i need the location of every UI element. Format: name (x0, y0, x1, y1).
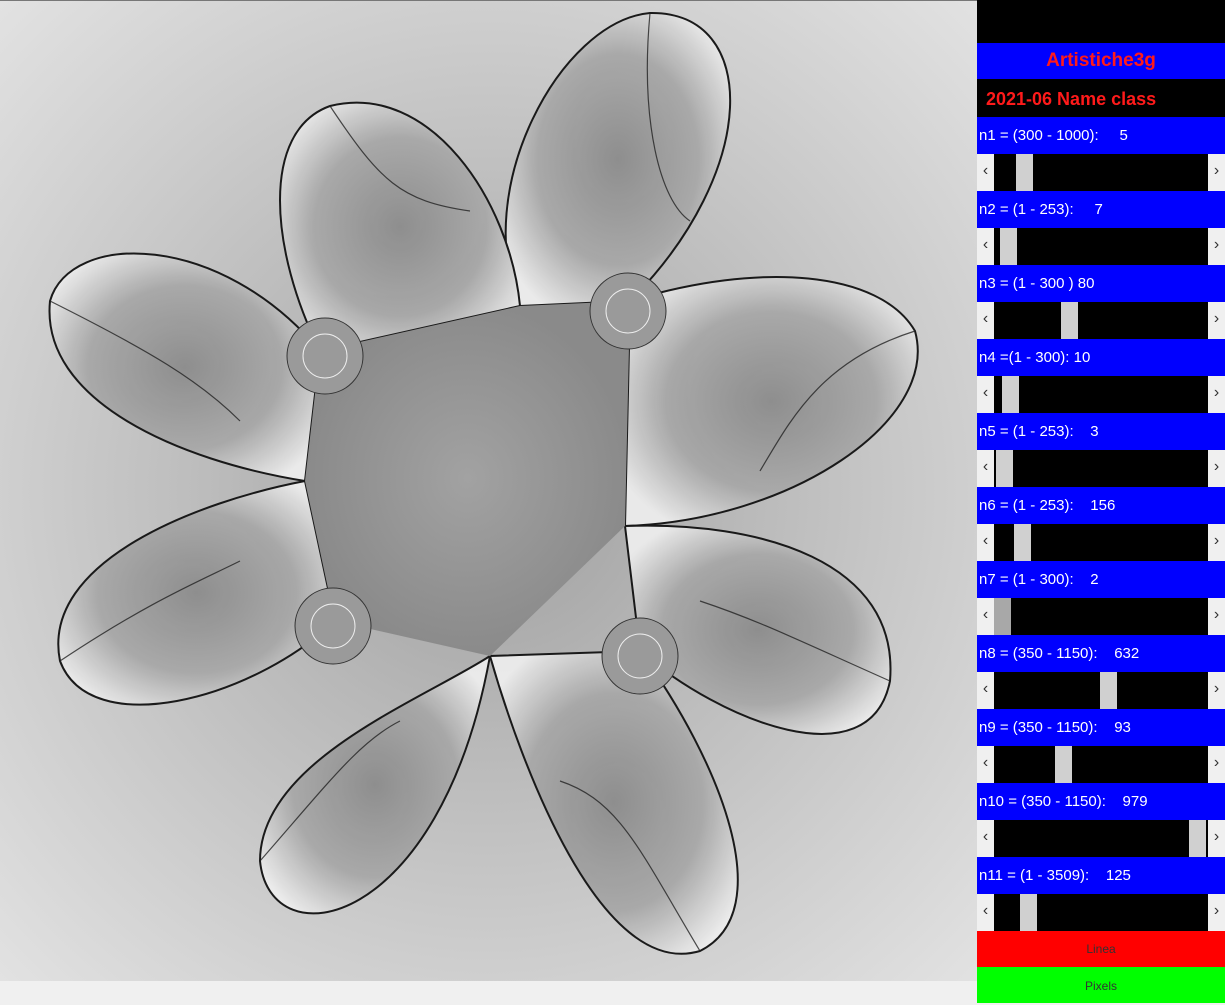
scroll-thumb[interactable] (994, 598, 1011, 635)
scroll-right-arrow-icon[interactable]: › (1208, 894, 1225, 931)
param-label-n7: n7 = (1 - 300): 2 (977, 561, 1225, 598)
scroll-right-arrow-icon[interactable]: › (1208, 598, 1225, 635)
scroll-track[interactable] (994, 672, 1208, 709)
param-label-n1: n1 = (300 - 1000): 5 (977, 117, 1225, 154)
scroll-left-arrow-icon[interactable]: ‹ (977, 746, 994, 783)
pixels-button[interactable]: Pixels (977, 967, 1225, 1003)
scroll-track[interactable] (994, 598, 1208, 635)
scroll-right-arrow-icon[interactable]: › (1208, 746, 1225, 783)
scroll-thumb[interactable] (1100, 672, 1117, 709)
scrollbar-n8[interactable]: ‹ › (977, 672, 1225, 709)
scroll-track[interactable] (994, 376, 1208, 413)
scroll-track[interactable] (994, 746, 1208, 783)
param-label-n11: n11 = (1 - 3509): 125 (977, 857, 1225, 894)
scroll-track[interactable] (994, 524, 1208, 561)
scroll-thumb[interactable] (1020, 894, 1037, 931)
param-label-n6: n6 = (1 - 253): 156 (977, 487, 1225, 524)
scroll-right-arrow-icon[interactable]: › (1208, 820, 1225, 857)
scroll-track[interactable] (994, 894, 1208, 931)
scrollbar-n1[interactable]: ‹ › (977, 154, 1225, 191)
app-title: Artistiche3g (977, 43, 1225, 79)
scroll-thumb[interactable] (1061, 302, 1078, 339)
param-label-n9: n9 = (350 - 1150): 93 (977, 709, 1225, 746)
scroll-thumb[interactable] (996, 450, 1013, 487)
scroll-thumb[interactable] (1014, 524, 1031, 561)
scroll-right-arrow-icon[interactable]: › (1208, 154, 1225, 191)
fractal-image (48, 11, 919, 955)
param-label-n3: n3 = (1 - 300 ) 80 (977, 265, 1225, 302)
scrollbar-n10[interactable]: ‹ › (977, 820, 1225, 857)
scroll-track[interactable] (994, 228, 1208, 265)
scroll-track[interactable] (994, 450, 1208, 487)
scroll-left-arrow-icon[interactable]: ‹ (977, 672, 994, 709)
param-label-n10: n10 = (350 - 1150): 979 (977, 783, 1225, 820)
scroll-right-arrow-icon[interactable]: › (1208, 302, 1225, 339)
scrollbar-n2[interactable]: ‹ › (977, 228, 1225, 265)
scrollbar-n9[interactable]: ‹ › (977, 746, 1225, 783)
scroll-left-arrow-icon[interactable]: ‹ (977, 450, 994, 487)
scrollbar-n4[interactable]: ‹ › (977, 376, 1225, 413)
scroll-right-arrow-icon[interactable]: › (1208, 228, 1225, 265)
control-panel: Artistiche3g 2021-06 Name class n1 = (30… (977, 0, 1225, 1003)
scroll-left-arrow-icon[interactable]: ‹ (977, 598, 994, 635)
scroll-track[interactable] (994, 154, 1208, 191)
scroll-thumb[interactable] (1016, 154, 1033, 191)
scroll-right-arrow-icon[interactable]: › (1208, 450, 1225, 487)
scroll-left-arrow-icon[interactable]: ‹ (977, 894, 994, 931)
scroll-thumb[interactable] (1002, 376, 1019, 413)
bottom-strip (0, 981, 977, 1003)
scrollbar-n7[interactable]: ‹ › (977, 598, 1225, 635)
scroll-right-arrow-icon[interactable]: › (1208, 524, 1225, 561)
param-label-n5: n5 = (1 - 253): 3 (977, 413, 1225, 450)
scroll-right-arrow-icon[interactable]: › (1208, 672, 1225, 709)
scroll-thumb[interactable] (1189, 820, 1206, 857)
scroll-left-arrow-icon[interactable]: ‹ (977, 524, 994, 561)
scroll-right-arrow-icon[interactable]: › (1208, 376, 1225, 413)
scrollbar-n5[interactable]: ‹ › (977, 450, 1225, 487)
scroll-left-arrow-icon[interactable]: ‹ (977, 154, 994, 191)
fractal-canvas[interactable] (0, 0, 977, 982)
param-label-n4: n4 =(1 - 300): 10 (977, 339, 1225, 376)
scroll-left-arrow-icon[interactable]: ‹ (977, 228, 994, 265)
linea-button[interactable]: Linea (977, 931, 1225, 967)
scroll-left-arrow-icon[interactable]: ‹ (977, 302, 994, 339)
scroll-track[interactable] (994, 302, 1208, 339)
subtitle: 2021-06 Name class (977, 79, 1225, 117)
scroll-track[interactable] (994, 820, 1208, 857)
scroll-left-arrow-icon[interactable]: ‹ (977, 820, 994, 857)
scroll-left-arrow-icon[interactable]: ‹ (977, 376, 994, 413)
scrollbar-n3[interactable]: ‹ › (977, 302, 1225, 339)
scroll-thumb[interactable] (1055, 746, 1072, 783)
scrollbar-n6[interactable]: ‹ › (977, 524, 1225, 561)
param-label-n8: n8 = (350 - 1150): 632 (977, 635, 1225, 672)
scroll-thumb[interactable] (1000, 228, 1017, 265)
scrollbar-n11[interactable]: ‹ › (977, 894, 1225, 931)
param-label-n2: n2 = (1 - 253): 7 (977, 191, 1225, 228)
